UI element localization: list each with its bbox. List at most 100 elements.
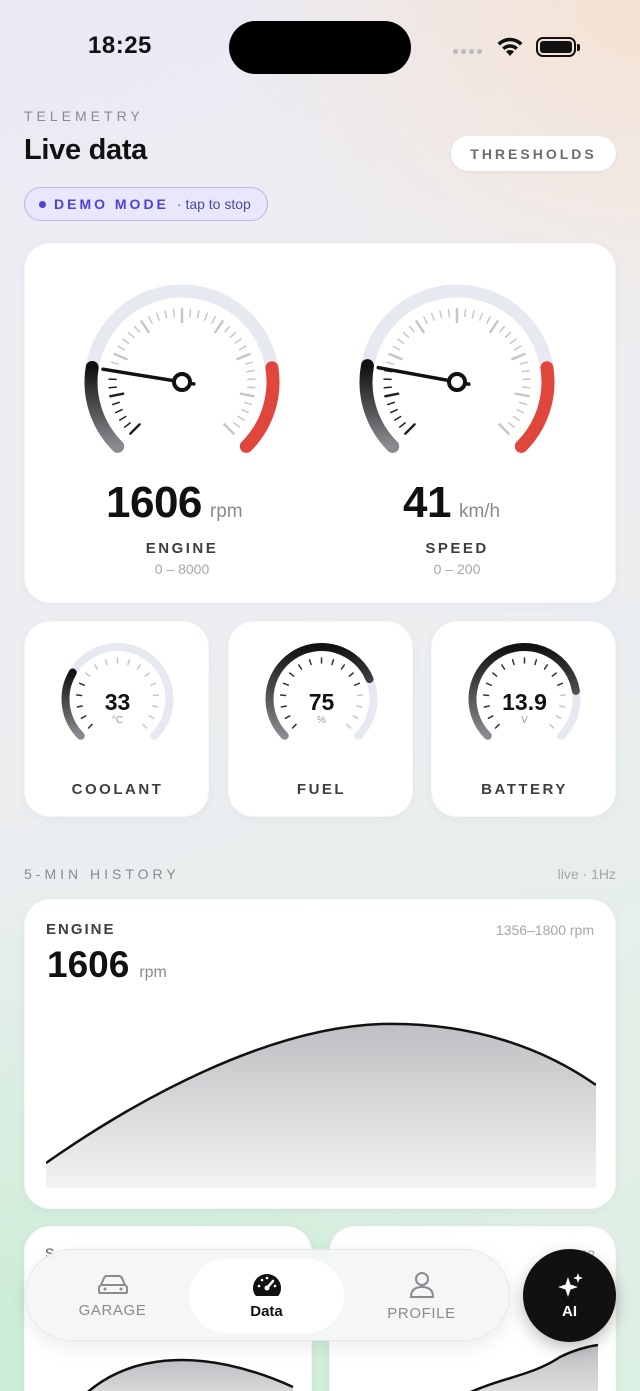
gauge-tick [229,331,237,338]
status-time: 18:25 [88,32,152,59]
gauge-tick [402,331,410,338]
gauge-tick [247,386,256,389]
gauge-tick [479,312,484,321]
mini-gauge-tick [289,672,295,677]
demo-mode-pill[interactable]: DEMO MODE · tap to stop [24,187,268,221]
gauge-tick [108,386,117,389]
thresholds-button[interactable]: THRESHOLDS [451,136,616,171]
gauge-tick [404,423,416,435]
coolant-gauge-dial [61,643,174,740]
gauge-tick [110,361,120,365]
engine-gauge-range: 0 – 8000 [154,561,210,577]
mini-gauge-tick [104,659,108,666]
engine-history-area [46,1023,596,1188]
dynamic-island [229,21,411,74]
mini-gauge-tick [93,664,99,670]
gauge-tick [204,312,209,321]
gauge-tick [189,308,192,318]
mini-gauge-tick [85,672,91,677]
section-eyebrow: TELEMETRY [24,108,144,124]
gauge-tick [384,392,400,398]
fuel-unit: % [317,715,326,726]
mini-gauge-tick [543,664,549,670]
gauge-tick [129,423,141,435]
mini-gauge-tick [331,659,335,666]
mini-gauge-tick [340,664,346,670]
gauge-tick [388,352,403,361]
gauge-tick [155,312,160,321]
tab-profile-label: PROFILE [387,1304,456,1322]
gauge-tick [109,392,125,398]
engine-history-range: 1356–1800 rpm [495,922,594,938]
engine-gauge-dial [84,284,280,453]
gauge-tick [471,310,475,319]
fuel-card[interactable]: 75 % FUEL [228,621,413,817]
coolant-unit: °C [111,715,124,726]
engine-history-value: 1606 [47,944,130,985]
coolant-label: COOLANT [71,781,164,798]
engine-history-card[interactable]: ENGINE 1356–1800 rpm 1606 rpm [24,899,616,1209]
gauge-tick [398,422,406,428]
mini-gauge-tick [348,672,354,677]
gauge-tick [133,325,140,333]
gauge-tick [498,423,510,435]
ai-assistant-button[interactable]: AI [523,1249,616,1342]
mini-gauge-tick [354,682,361,686]
gauge-tick [214,320,224,334]
gauge-tick [394,415,402,421]
mini-gauge-tick [150,682,157,686]
speed-gauge-label: SPEED [425,540,489,557]
gauge-tick [238,345,247,351]
gauge-tick [519,361,529,365]
gauge-tick [511,352,526,361]
gauge-tick [516,408,525,414]
gauge-tick [486,316,491,324]
gauge-tick [122,338,130,344]
fuel-gauge-dial [265,643,378,740]
wifi-icon [497,37,523,56]
gauge-tick [119,415,127,421]
gauge-tick [447,308,450,318]
gauge-hub [172,372,192,392]
gauge-tick [224,325,231,333]
speed-value: 41 [403,478,451,527]
gauge-tick [246,369,255,373]
gauge-tick [521,369,530,373]
gauge-tick [244,361,254,365]
coolant-card[interactable]: 33 °C COOLANT [24,621,209,817]
demo-stop-hint: · tap to stop [176,196,251,212]
engine-history-chart [46,1022,596,1188]
battery-card[interactable]: 13.9 V BATTERY [431,621,616,817]
gauge-tick [423,316,428,324]
mini-gauge-tick [297,664,303,670]
engine-value-group: 1606 rpm [106,478,243,528]
tab-profile[interactable]: PROFILE [344,1250,499,1342]
mini-gauge-tick [534,659,538,666]
history-rate: live · 1Hz [557,866,616,882]
gauge-tick [385,361,395,365]
engine-history-value-group: 1606 rpm [47,944,167,986]
tab-data[interactable]: Data [189,1259,344,1333]
coolant-value: 33 [104,689,131,715]
gauge-tick [509,338,517,344]
engine-history-unit: rpm [139,964,167,981]
fuel-value: 75 [308,689,335,715]
engine-rpm-value: 1606 [106,478,202,527]
speed-value-group: 41 km/h [403,478,500,528]
gauge-tick [386,401,395,406]
gauge-tick [127,331,135,338]
gauge-tick [464,308,467,318]
speedometer-icon [252,1273,281,1296]
mini-gauge-tick [500,664,506,670]
gauge-tick [172,308,175,318]
mini-gauge-tick [492,672,498,677]
battery-icon [536,37,580,57]
gauge-tick [164,310,168,319]
gauge-tick [196,310,200,319]
mini-gauge-tick [511,659,515,666]
gauge-tick [513,345,522,351]
battery-gauge-dial [468,643,581,740]
tab-garage[interactable]: GARAGE [35,1250,190,1342]
gauge-tick [514,392,530,398]
gauge-tick [123,422,131,428]
